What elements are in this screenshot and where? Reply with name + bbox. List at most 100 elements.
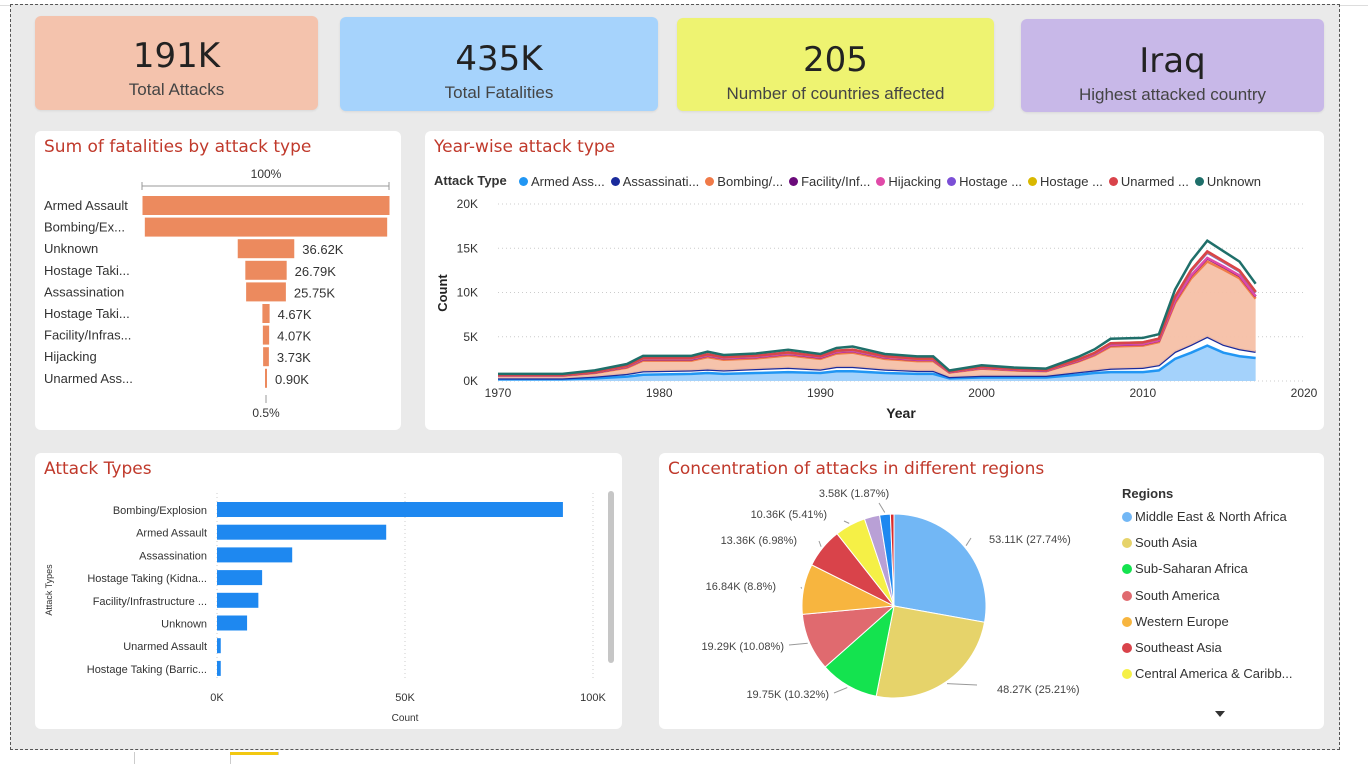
legend-title: Regions [1122, 486, 1174, 501]
page-tabs-bar [0, 752, 1368, 764]
bar[interactable] [217, 592, 259, 608]
funnel-bar[interactable] [142, 196, 390, 215]
funnel-bar[interactable] [262, 304, 270, 323]
pie-leader-line [843, 520, 850, 524]
funnel-bar[interactable] [246, 282, 286, 302]
legend-label: Middle East & North Africa [1135, 509, 1287, 524]
bar[interactable] [217, 570, 263, 586]
funnel-bar[interactable] [237, 239, 295, 259]
legend-item[interactable]: Sub-Saharan Africa [1122, 561, 1322, 587]
pie-leader-line [878, 502, 886, 513]
pie-legend: Middle East & North Africa South Asia Sub-… [1122, 509, 1322, 692]
kpi-card-total-attacks[interactable]: 191K Total Attacks [35, 16, 318, 110]
funnel-bar[interactable] [144, 217, 388, 237]
funnel-value-label: 0.90K [275, 372, 309, 387]
legend-item[interactable]: Southeast Asia [1122, 640, 1322, 666]
legend-item[interactable]: Western Europe [1122, 614, 1322, 640]
legend-item[interactable]: Central America & Caribb... [1122, 666, 1322, 692]
y-axis-title: Attack Types [44, 564, 54, 616]
legend-item[interactable]: Middle East & North Africa [1122, 509, 1322, 535]
legend-item[interactable]: South America [1122, 588, 1322, 614]
funnel-bottom-pct: 0.5% [252, 406, 280, 420]
legend-label: Sub-Saharan Africa [1135, 561, 1248, 577]
pie-data-label: 3.58K (1.87%) [819, 488, 889, 500]
pie-data-label: 53.11K (27.74%) [989, 534, 1071, 546]
attack-types-bar-chart: 0K 50K 100K Bombing/Explosion Armed Assault A… [44, 493, 607, 724]
funnel-category-label: Armed Assault [44, 198, 128, 213]
regions-pie-chart: 53.11K (27.74%) 48.27K (25.21%) 19.75K (10… [701, 488, 1080, 701]
funnel-category-label: Facility/Infras... [44, 328, 131, 343]
pie-leader-line [946, 683, 978, 686]
pie-data-label: 48.27K (25.21%) [997, 684, 1080, 696]
x-tick-label: 1980 [646, 386, 673, 400]
bar-category-label: Bombing/Explosion [113, 505, 207, 517]
legend-scroll-down-icon[interactable] [1215, 711, 1225, 717]
funnel-category-label: Assassination [44, 284, 124, 299]
funnel-bar[interactable] [262, 325, 270, 345]
pie-data-label: 13.36K (6.98%) [721, 535, 797, 547]
legend-marker-icon [1122, 590, 1132, 601]
x-tick-label: 2000 [968, 386, 995, 400]
funnel-value-label: 4.07K [277, 329, 311, 344]
funnel-category-label: Hostage Taki... [44, 306, 130, 321]
funnel-category-label: Hostage Taki... [44, 263, 130, 278]
kpi-value: 191K [132, 36, 221, 76]
legend-label: South Asia [1135, 535, 1198, 551]
funnel-bar[interactable] [265, 368, 267, 388]
bar-category-label: Facility/Infrastructure ... [93, 596, 207, 608]
legend-marker-icon [1122, 538, 1132, 549]
vertical-scrollbar[interactable] [608, 491, 614, 663]
legend-label: Southeast Asia [1135, 639, 1222, 655]
funnel-category-label: Bombing/Ex... [44, 220, 125, 235]
legend-label: Western Europe [1135, 613, 1229, 629]
x-tick-label: 50K [395, 692, 415, 704]
x-axis-title: Year [886, 405, 916, 421]
bar-category-label: Armed Assault [136, 528, 207, 540]
bar[interactable] [217, 660, 221, 676]
x-tick-label: 2010 [1129, 386, 1156, 400]
legend-item[interactable]: South Asia [1122, 535, 1322, 561]
legend-label: Central America & Caribb... [1135, 666, 1293, 682]
pie-data-label: 19.29K (10.08%) [701, 641, 784, 653]
regions-pie-panel[interactable]: Concentration of attacks in different re… [659, 453, 1324, 729]
bar-category-label: Assassination [139, 550, 207, 562]
funnel-value-label: 4.67K [278, 307, 312, 322]
bar[interactable] [217, 502, 563, 517]
area-series-fill[interactable] [498, 261, 1256, 379]
page-tab-active[interactable] [230, 752, 279, 755]
bar-category-label: Hostage Taking (Kidna... [87, 573, 207, 585]
page-tab[interactable] [50, 752, 135, 764]
x-tick-label: 100K [580, 692, 606, 704]
pie-leader-line [833, 687, 848, 694]
bar[interactable] [217, 638, 221, 654]
y-axis-title: Count [435, 274, 450, 312]
legend-marker-icon [1122, 512, 1132, 522]
legend-marker-icon [1122, 616, 1132, 627]
bar[interactable] [217, 615, 248, 631]
pie-leader-line [800, 586, 803, 589]
kpi-value: 435K [455, 39, 543, 79]
attack-types-panel[interactable]: Attack Types 0K 50K 100K Bombing/Explosion A… [35, 453, 622, 729]
kpi-card-total-fatalities[interactable]: 435K Total Fatalities [340, 17, 658, 111]
page-tab[interactable] [134, 752, 231, 764]
fatalities-funnel-panel[interactable]: Sum of fatalities by attack type 100% Ar… [35, 131, 401, 430]
kpi-label: Total Attacks [128, 80, 225, 99]
pie-data-label: 19.75K (10.32%) [746, 689, 829, 701]
yearwise-area-panel[interactable]: Year-wise attack type Attack Type Armed … [425, 131, 1324, 430]
legend-marker-icon [1122, 564, 1132, 575]
kpi-card-highest-attacked-country[interactable]: Iraq Highest attacked country [1021, 19, 1324, 112]
x-tick-label: 0K [210, 692, 224, 704]
funnel-bar[interactable] [245, 260, 287, 280]
x-tick-label: 1970 [485, 386, 512, 400]
bar[interactable] [217, 524, 387, 540]
pie-leader-line [788, 642, 808, 646]
funnel-top-pct: 100% [251, 167, 282, 181]
funnel-value-label: 36.62K [302, 242, 344, 257]
funnel-bar[interactable] [263, 347, 269, 367]
pie-slice[interactable] [893, 513, 987, 623]
area-chart: 0K 5K 10K 15K 20K 1970 1980 1990 2000 2010 2020 Cou… [435, 197, 1318, 421]
legend-marker-icon [1122, 669, 1132, 680]
kpi-card-countries-affected[interactable]: 205 Number of countries affected [677, 18, 994, 111]
funnel-chart: 100% Armed Assault Bombing/Ex... Unknown 36… [44, 167, 390, 420]
bar[interactable] [217, 547, 293, 563]
